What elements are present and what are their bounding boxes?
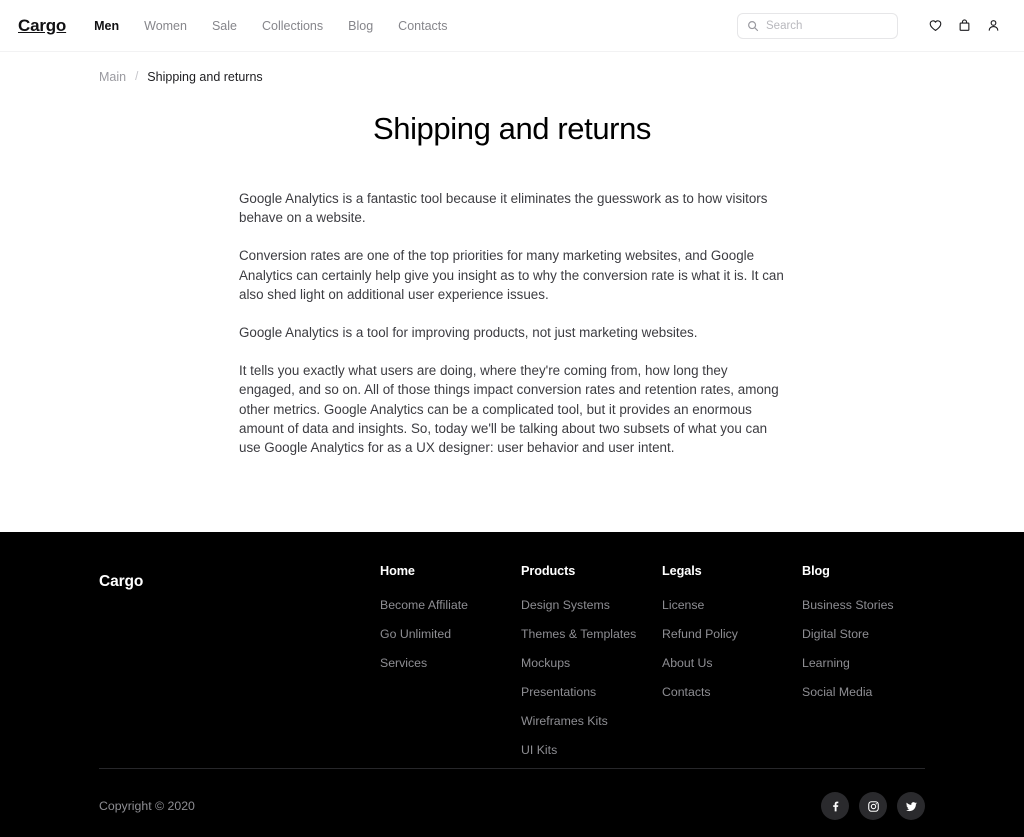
cart-button[interactable] [950, 11, 979, 40]
footer-link-ui-kits[interactable]: UI Kits [521, 743, 557, 757]
footer-link-mockups[interactable]: Mockups [521, 656, 570, 670]
nav-item-blog[interactable]: Blog [348, 19, 373, 33]
site-logo[interactable]: Cargo [18, 16, 66, 36]
article-paragraph: Google Analytics is a tool for improving… [239, 325, 698, 341]
list-item: Presentations [521, 683, 662, 701]
search-box[interactable] [737, 12, 898, 39]
breadcrumb: Main / Shipping and returns [0, 52, 1024, 84]
heart-icon [928, 18, 943, 33]
list-item: UI Kits [521, 741, 662, 759]
footer-link-presentations[interactable]: Presentations [521, 685, 596, 699]
footer-bottom-bar: Copyright © 2020 [99, 792, 925, 820]
article-paragraph: It tells you exactly what users are doin… [239, 363, 779, 456]
footer-link-social-media[interactable]: Social Media [802, 685, 872, 699]
article-paragraph: Google Analytics is a fantastic tool bec… [239, 191, 768, 226]
list-item: Social Media [802, 683, 942, 701]
account-button[interactable] [979, 11, 1008, 40]
shopping-bag-icon [957, 18, 972, 33]
footer-column-legals: Legals License Refund Policy About Us Co… [662, 564, 802, 759]
article-body: Google Analytics is a fantastic tool bec… [239, 147, 785, 457]
wishlist-button[interactable] [921, 11, 950, 40]
list-item: About Us [662, 654, 802, 672]
primary-navigation: Men Women Sale Collections Blog Contacts [94, 19, 447, 33]
list-item: Design Systems [521, 596, 662, 614]
header-actions [737, 11, 1008, 40]
footer-link-become-affiliate[interactable]: Become Affiliate [380, 598, 468, 612]
footer-column-title: Home [380, 564, 415, 578]
footer-link-contacts[interactable]: Contacts [662, 685, 711, 699]
instagram-icon [867, 800, 880, 813]
footer-column-blog: Blog Business Stories Digital Store Lear… [802, 564, 942, 759]
list-item: Services [380, 654, 521, 672]
nav-item-men[interactable]: Men [94, 19, 119, 33]
footer-link-license[interactable]: License [662, 598, 704, 612]
list-item: Wireframes Kits [521, 712, 662, 730]
footer-link-list: Business Stories Digital Store Learning … [802, 596, 942, 701]
footer-link-list: Become Affiliate Go Unlimited Services [380, 596, 521, 672]
instagram-button[interactable] [859, 792, 887, 820]
main-content: Main / Shipping and returns Shipping and… [0, 52, 1024, 532]
twitter-icon [905, 800, 918, 813]
footer-link-themes-templates[interactable]: Themes & Templates [521, 627, 636, 641]
footer-link-refund-policy[interactable]: Refund Policy [662, 627, 738, 641]
article-paragraph: Conversion rates are one of the top prio… [239, 248, 784, 302]
page-title: Shipping and returns [372, 111, 652, 146]
footer-link-go-unlimited[interactable]: Go Unlimited [380, 627, 451, 641]
nav-item-collections[interactable]: Collections [262, 19, 323, 33]
breadcrumb-current: Shipping and returns [147, 70, 263, 84]
list-item: Become Affiliate [380, 596, 521, 614]
footer-column-title: Products [521, 564, 576, 578]
list-item: Go Unlimited [380, 625, 521, 643]
list-item: Business Stories [802, 596, 942, 614]
footer-logo[interactable]: Cargo [99, 564, 380, 759]
nav-item-contacts[interactable]: Contacts [398, 19, 447, 33]
footer-link-services[interactable]: Services [380, 656, 427, 670]
breadcrumb-item-main[interactable]: Main [99, 70, 126, 84]
list-item: Learning [802, 654, 942, 672]
search-icon [747, 20, 759, 32]
list-item: Refund Policy [662, 625, 802, 643]
breadcrumb-separator: / [135, 71, 139, 83]
user-icon [986, 18, 1001, 33]
twitter-button[interactable] [897, 792, 925, 820]
footer-top: Cargo Home Become Affiliate Go Unlimited… [0, 564, 1024, 759]
list-item: Digital Store [802, 625, 942, 643]
site-header: Cargo Men Women Sale Collections Blog Co… [0, 0, 1024, 52]
page-root: Cargo Men Women Sale Collections Blog Co… [0, 0, 1024, 837]
footer-column-title: Blog [802, 564, 830, 578]
footer-divider [99, 768, 925, 769]
social-links [821, 792, 925, 820]
footer-link-learning[interactable]: Learning [802, 656, 850, 670]
footer-column-home: Home Become Affiliate Go Unlimited Servi… [380, 564, 521, 759]
footer-link-columns: Home Become Affiliate Go Unlimited Servi… [380, 564, 942, 759]
footer-link-about-us[interactable]: About Us [662, 656, 713, 670]
list-item: Contacts [662, 683, 802, 701]
footer-column-title: Legals [662, 564, 702, 578]
list-item: Themes & Templates [521, 625, 662, 643]
footer-link-digital-store[interactable]: Digital Store [802, 627, 869, 641]
footer-column-products: Products Design Systems Themes & Templat… [521, 564, 662, 759]
footer-link-design-systems[interactable]: Design Systems [521, 598, 610, 612]
footer-link-list: Design Systems Themes & Templates Mockup… [521, 596, 662, 759]
site-footer: Cargo Home Become Affiliate Go Unlimited… [0, 532, 1024, 837]
search-input[interactable] [766, 19, 888, 32]
nav-item-sale[interactable]: Sale [212, 19, 237, 33]
facebook-button[interactable] [821, 792, 849, 820]
footer-link-wireframes-kits[interactable]: Wireframes Kits [521, 714, 608, 728]
nav-item-women[interactable]: Women [144, 19, 187, 33]
list-item: License [662, 596, 802, 614]
footer-link-business-stories[interactable]: Business Stories [802, 598, 894, 612]
facebook-icon [829, 800, 842, 813]
list-item: Mockups [521, 654, 662, 672]
copyright-text: Copyright © 2020 [99, 799, 195, 813]
footer-link-list: License Refund Policy About Us Contacts [662, 596, 802, 701]
